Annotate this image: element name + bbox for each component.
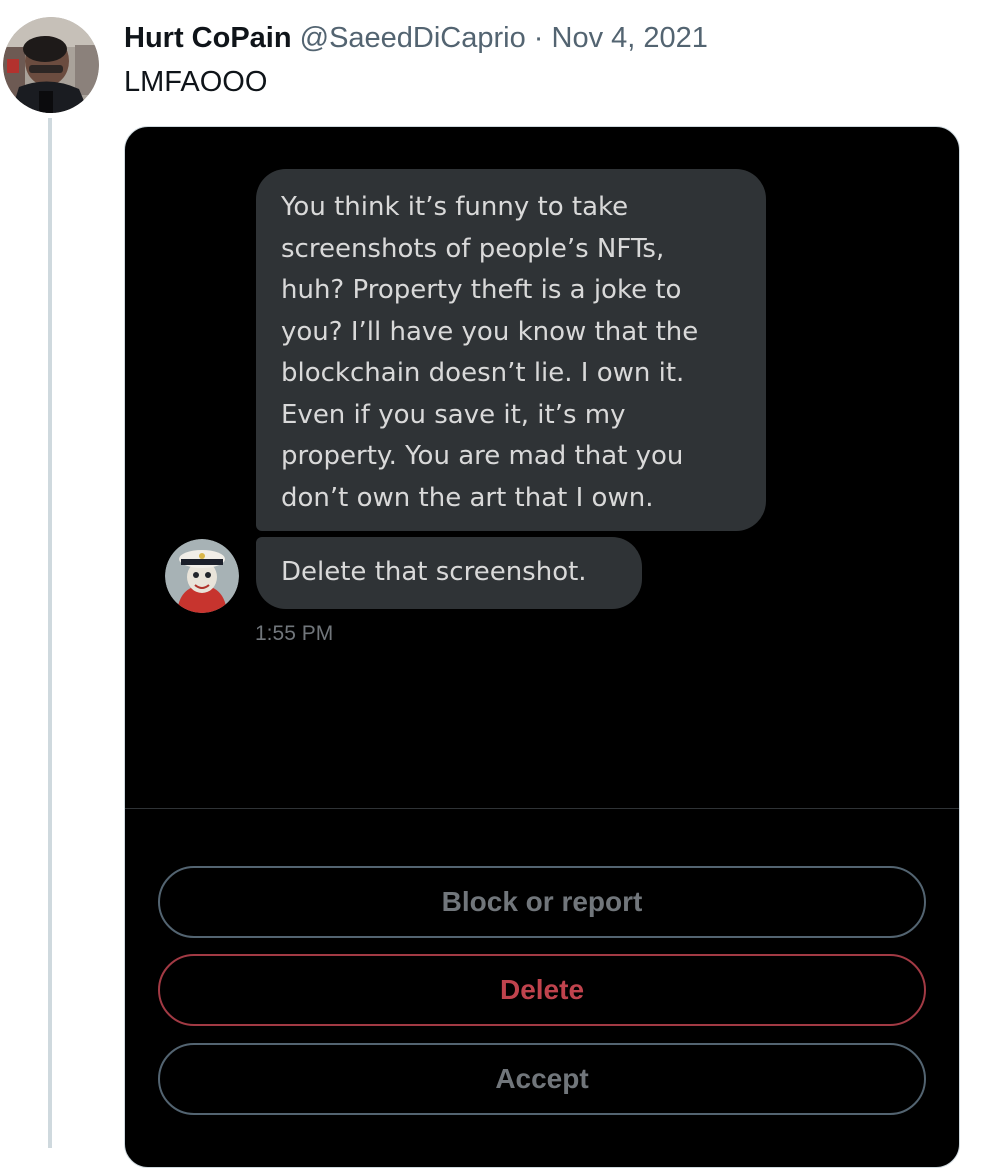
message-line: you? I’ll have you know that the [281,316,699,347]
tweet-text: LMFAOOO [124,66,268,98]
author-handle[interactable]: @SaeedDiCaprio [300,22,526,54]
author-avatar[interactable] [3,17,99,113]
delete-button[interactable]: Delete [158,954,926,1026]
block-or-report-button[interactable]: Block or report [158,866,926,938]
divider [125,808,959,809]
message-line: You think it’s funny to take [281,192,629,222]
message-text: Delete that screenshot. [281,557,587,587]
accept-button[interactable]: Accept [158,1043,926,1115]
tweet-media-screenshot[interactable]: You think it’s funny to take screenshots… [124,126,960,1168]
thread-line [48,118,52,1148]
message-bubble: Delete that screenshot. [256,537,642,609]
message-line: huh? Property theft is a joke to [281,275,682,305]
header-separator: · [533,22,544,54]
message-line: screenshots of people’s NFTs, [281,233,665,264]
message-line: Even if you save it, it’s my [281,399,626,430]
message-line: blockchain doesn’t lie. I own it. [281,358,685,388]
message-bubble: You think it’s funny to take screenshots… [256,169,766,531]
author-display-name[interactable]: Hurt CoPain [124,22,292,54]
message-timestamp: 1:55 PM [255,622,334,645]
message-line: don’t own the art that I own. [281,482,654,513]
message-line: property. You are mad that you [281,441,684,471]
sender-avatar[interactable] [165,539,239,613]
tweet-date[interactable]: Nov 4, 2021 [552,22,708,54]
tweet-header: Hurt CoPain @SaeedDiCaprio · Nov 4, 2021 [124,20,708,56]
